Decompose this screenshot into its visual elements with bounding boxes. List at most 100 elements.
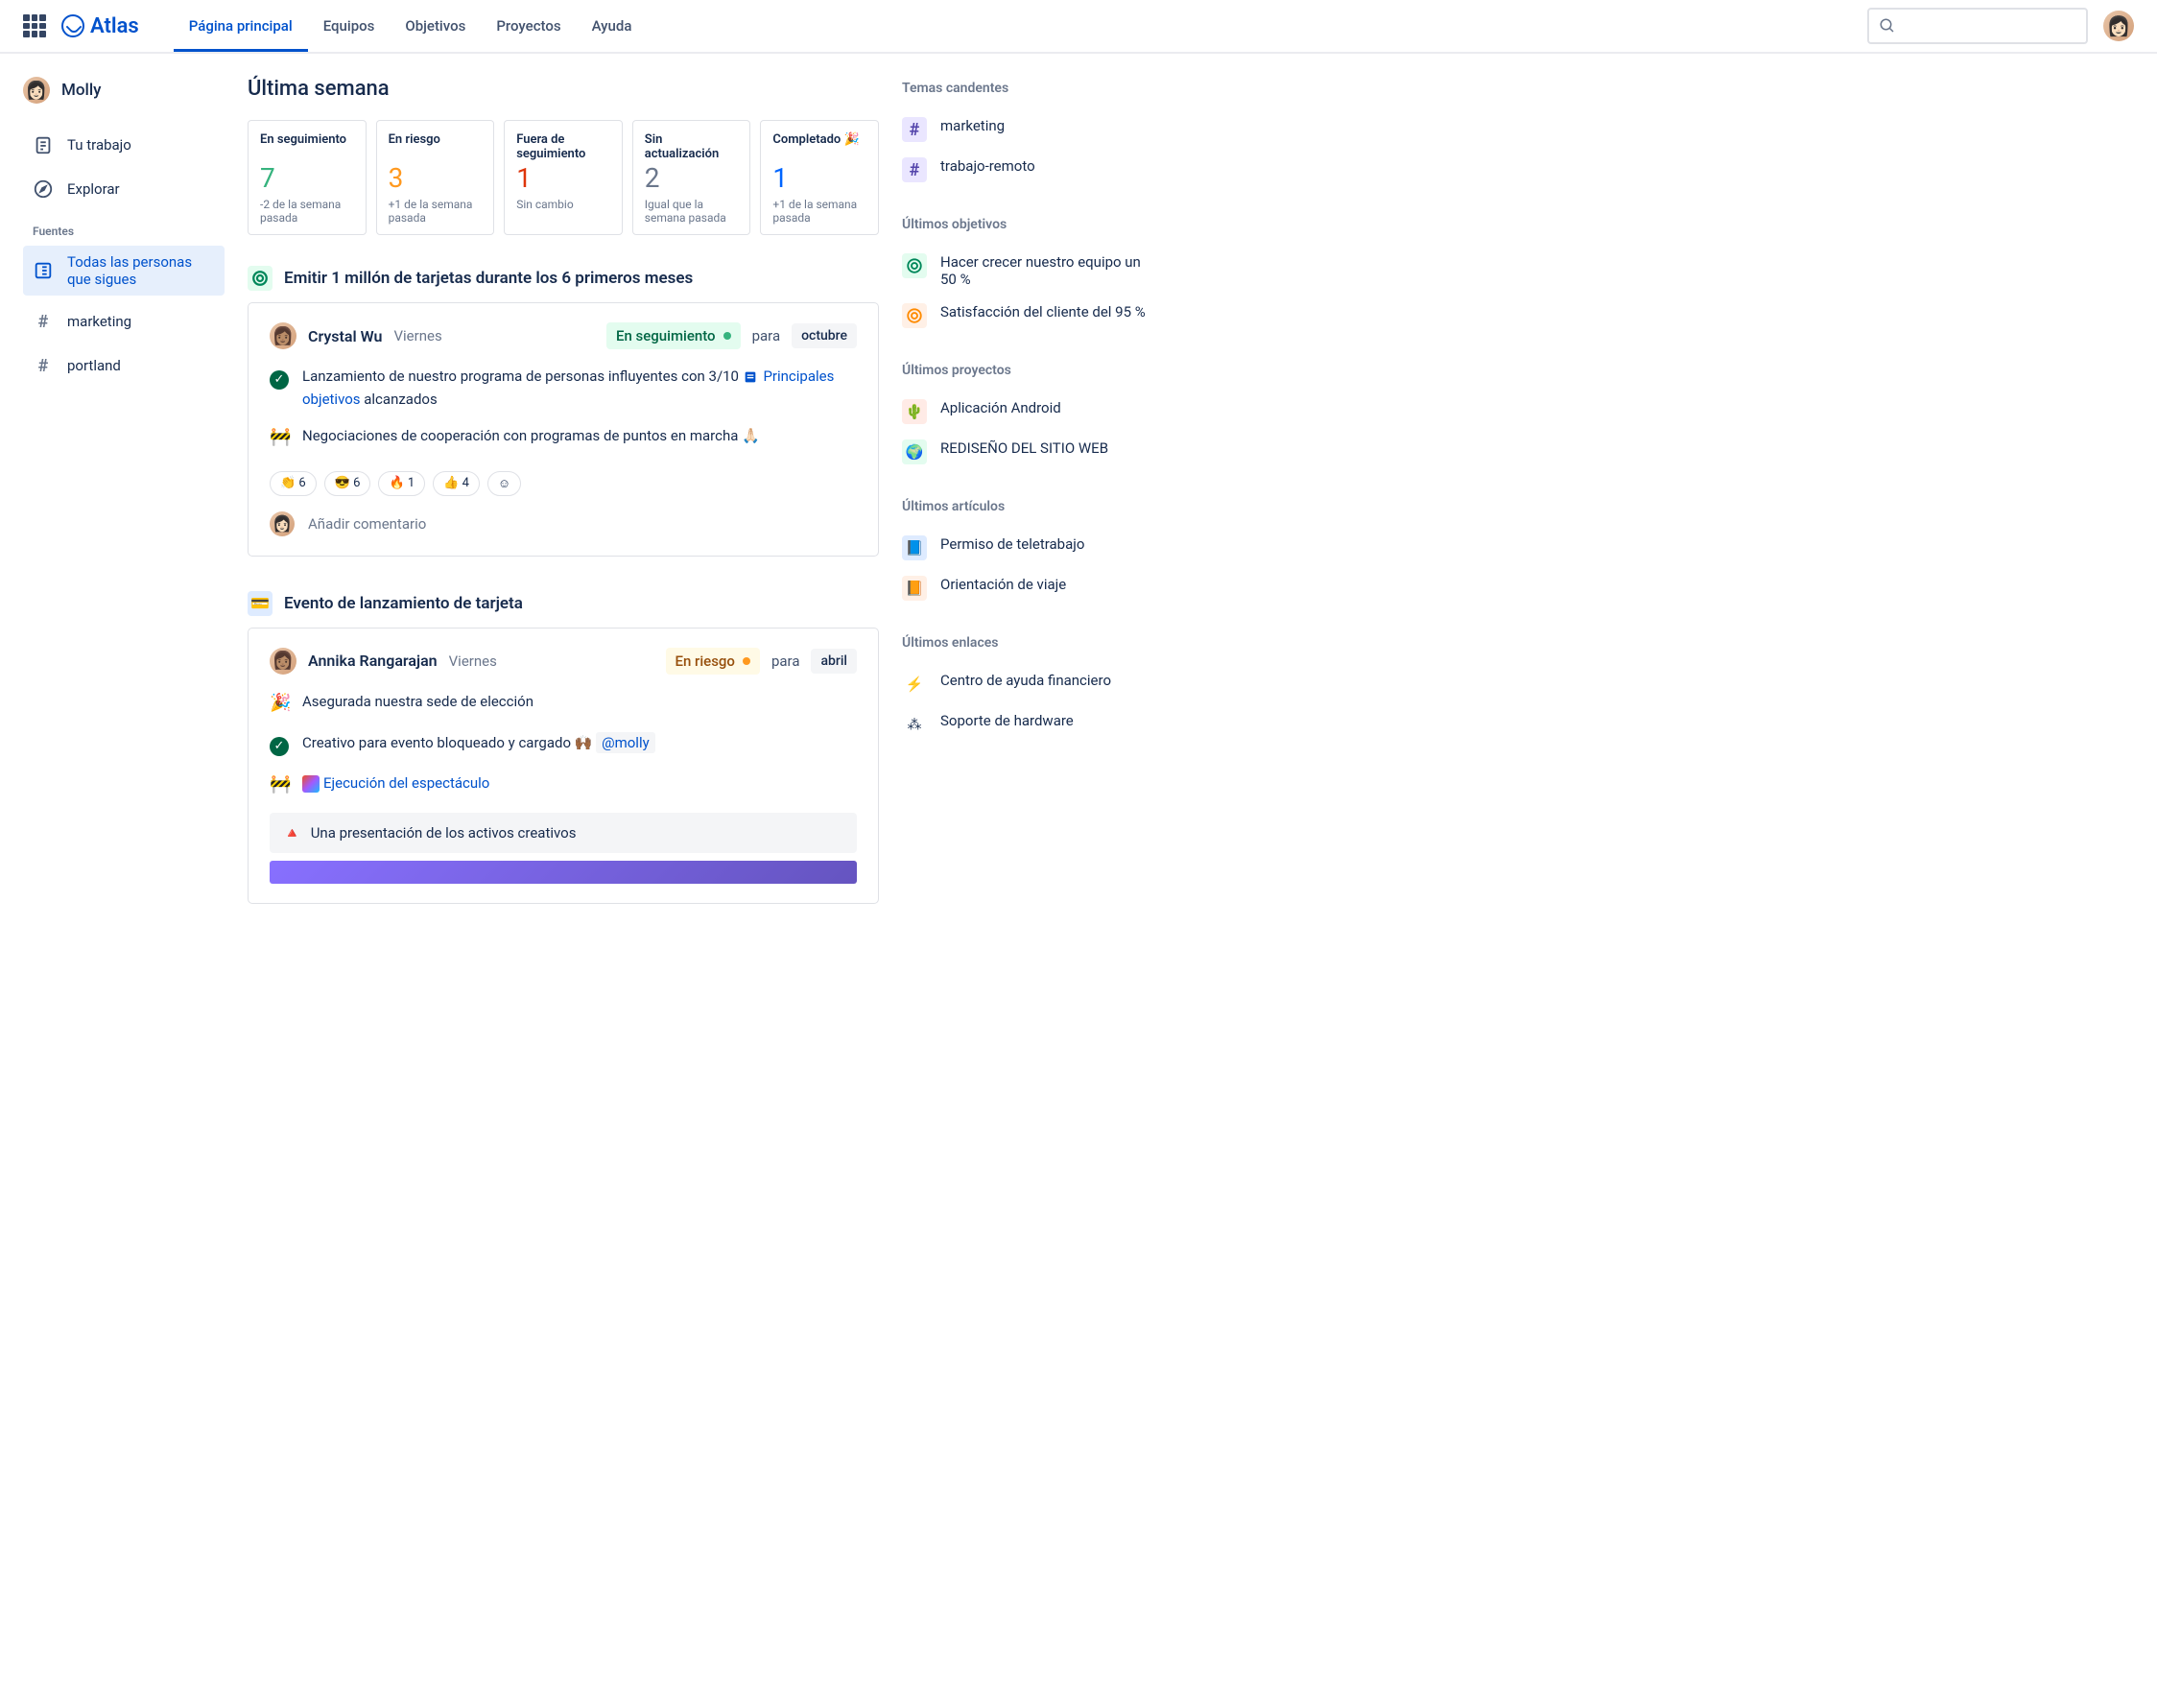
author-avatar[interactable]: 👩🏽 <box>270 648 296 675</box>
stat-card[interactable]: Sin actualización 2 Igual que la semana … <box>632 120 751 235</box>
stat-label: Completado 🎉 <box>772 132 866 163</box>
inline-link[interactable]: Principales objetivos <box>302 368 834 408</box>
sidebar-sources-label: Fuentes <box>33 225 225 238</box>
item-icon: 📙 <box>902 576 927 601</box>
hot-topic-item[interactable]: # marketing <box>902 109 1151 150</box>
attachment[interactable]: 🔺Una presentación de los activos creativ… <box>270 813 857 853</box>
sidebar-user[interactable]: 👩🏻 Molly <box>23 77 225 104</box>
stat-label: Sin actualización <box>645 132 739 163</box>
app-switcher-icon[interactable] <box>23 14 46 37</box>
latest-articles-title: Últimos artículos <box>902 499 1151 514</box>
right-list-item[interactable]: 🌵 Aplicación Android <box>902 391 1151 432</box>
right-list-item[interactable]: ⚡Centro de ayuda financiero <box>902 664 1151 704</box>
stat-card[interactable]: Fuera de seguimiento 1 Sin cambio <box>504 120 623 235</box>
author-name[interactable]: Crystal Wu <box>308 327 382 345</box>
reaction-button[interactable]: 👍 4 <box>433 471 480 496</box>
hash-icon: # <box>902 157 927 182</box>
search-icon <box>1879 17 1896 35</box>
latest-goals-title: Últimos objetivos <box>902 217 1151 232</box>
sidebar-explore[interactable]: Explorar <box>23 171 225 207</box>
primary-nav: Página principal Equipos Objetivos Proye… <box>174 1 648 52</box>
author-name[interactable]: Annika Rangarajan <box>308 652 438 670</box>
stat-card[interactable]: En riesgo 3 +1 de la semana pasada <box>376 120 495 235</box>
stat-label: Fuera de seguimiento <box>516 132 610 163</box>
nav-teams[interactable]: Equipos <box>308 1 391 52</box>
top-header: Atlas Página principal Equipos Objetivos… <box>0 0 2157 54</box>
atlas-logo-icon <box>61 14 84 37</box>
hash-icon: # <box>33 355 54 376</box>
goal-item[interactable]: Hacer crecer nuestro equipo un 50 % <box>902 246 1151 296</box>
right-list-item[interactable]: ⁂Soporte de hardware <box>902 704 1151 745</box>
nav-home[interactable]: Página principal <box>174 1 308 52</box>
update-card: 👩🏽 Annika Rangarajan Viernes En riesgo p… <box>248 628 879 904</box>
sidebar-tag-marketing[interactable]: # marketing <box>23 303 225 340</box>
search-input[interactable] <box>1867 8 2088 44</box>
mention[interactable]: @molly <box>596 732 655 753</box>
stat-delta: -2 de la semana pasada <box>260 198 354 225</box>
reactions-row: 👏 6 😎 6 🔥 1 👍 4 ☺ <box>270 471 857 496</box>
page-title: Última semana <box>248 77 879 101</box>
hot-topic-label: marketing <box>940 117 1005 134</box>
search-field[interactable] <box>1902 19 2076 34</box>
update-line: 🚧Negociaciones de cooperación con progra… <box>270 424 857 452</box>
item-icon: 📘 <box>902 535 927 560</box>
item-label: Aplicación Android <box>940 399 1061 416</box>
reaction-button[interactable]: ☺ <box>487 471 521 496</box>
goal-item[interactable]: Satisfacción del cliente del 95 % <box>902 296 1151 336</box>
section-icon: 💳 <box>248 591 273 616</box>
author-avatar[interactable]: 👩🏽 <box>270 322 296 349</box>
target-month: abril <box>811 649 857 674</box>
hash-icon: # <box>33 311 54 332</box>
sidebar-item-label: Explorar <box>67 180 120 198</box>
sidebar-item-label: portland <box>67 357 121 374</box>
nav-projects[interactable]: Proyectos <box>481 1 576 52</box>
inline-link[interactable]: Ejecución del espectáculo <box>323 774 489 792</box>
stat-card[interactable]: En seguimiento 7 -2 de la semana pasada <box>248 120 367 235</box>
emoji-icon: 🚧 <box>270 774 291 795</box>
item-label: Soporte de hardware <box>940 712 1074 729</box>
reaction-button[interactable]: 👏 6 <box>270 471 317 496</box>
item-icon: ⚡ <box>902 672 927 697</box>
sidebar-your-work[interactable]: Tu trabajo <box>23 127 225 163</box>
sidebar-tag-portland[interactable]: # portland <box>23 347 225 384</box>
hash-icon: # <box>902 117 927 142</box>
reaction-button[interactable]: 😎 6 <box>324 471 371 496</box>
update-line: ✓Creativo para evento bloqueado y cargad… <box>270 731 857 759</box>
nav-help[interactable]: Ayuda <box>577 1 648 52</box>
sidebar-all-following[interactable]: Todas las personas que sigues <box>23 246 225 296</box>
comment-input-row[interactable]: 👩🏻Añadir comentario <box>270 511 857 536</box>
feed-section-head[interactable]: 💳 Evento de lanzamiento de tarjeta <box>248 591 879 616</box>
right-list-item[interactable]: 📙Orientación de viaje <box>902 568 1151 608</box>
right-list-item[interactable]: 🌍REDISEÑO DEL SITIO WEB <box>902 432 1151 472</box>
hot-topic-item[interactable]: #trabajo-remoto <box>902 150 1151 190</box>
attachment-title: Una presentación de los activos creativo… <box>311 824 577 842</box>
header-right: 👩🏻 <box>1867 8 2134 44</box>
clipboard-icon <box>33 134 54 155</box>
target-icon <box>902 253 927 278</box>
feed-section-head[interactable]: Emitir 1 millón de tarjetas durante los … <box>248 266 879 291</box>
stat-label: En riesgo <box>389 132 483 163</box>
section-title: Emitir 1 millón de tarjetas durante los … <box>284 269 693 288</box>
target-month: octubre <box>792 323 857 348</box>
for-label: para <box>771 652 800 670</box>
nav-goals[interactable]: Objetivos <box>390 1 481 52</box>
atlas-logo[interactable]: Atlas <box>61 14 139 38</box>
user-avatar[interactable]: 👩🏻 <box>2103 11 2134 41</box>
sidebar-item-label: Todas las personas que sigues <box>67 253 215 288</box>
item-icon: 🌵 <box>902 399 927 424</box>
card-header: 👩🏽 Crystal Wu Viernes En seguimiento par… <box>270 322 857 349</box>
stat-label: En seguimiento <box>260 132 354 163</box>
attachment-preview <box>270 861 857 884</box>
main-content: Última semana En seguimiento 7 -2 de la … <box>248 77 879 938</box>
stat-number: 7 <box>260 165 354 192</box>
item-label: Permiso de teletrabajo <box>940 535 1084 553</box>
reaction-button[interactable]: 🔥 1 <box>378 471 425 496</box>
right-list-item[interactable]: 📘 Permiso de teletrabajo <box>902 528 1151 568</box>
sidebar-item-label: marketing <box>67 313 131 330</box>
figma-icon <box>302 775 320 793</box>
sidebar: 👩🏻 Molly Tu trabajo Explorar Fuentes Tod… <box>23 77 225 938</box>
stat-delta: Igual que la semana pasada <box>645 198 739 225</box>
stat-card[interactable]: Completado 🎉 1 +1 de la semana pasada <box>760 120 879 235</box>
update-line: 🚧 Ejecución del espectáculo <box>270 771 857 799</box>
item-label: REDISEÑO DEL SITIO WEB <box>940 439 1108 457</box>
